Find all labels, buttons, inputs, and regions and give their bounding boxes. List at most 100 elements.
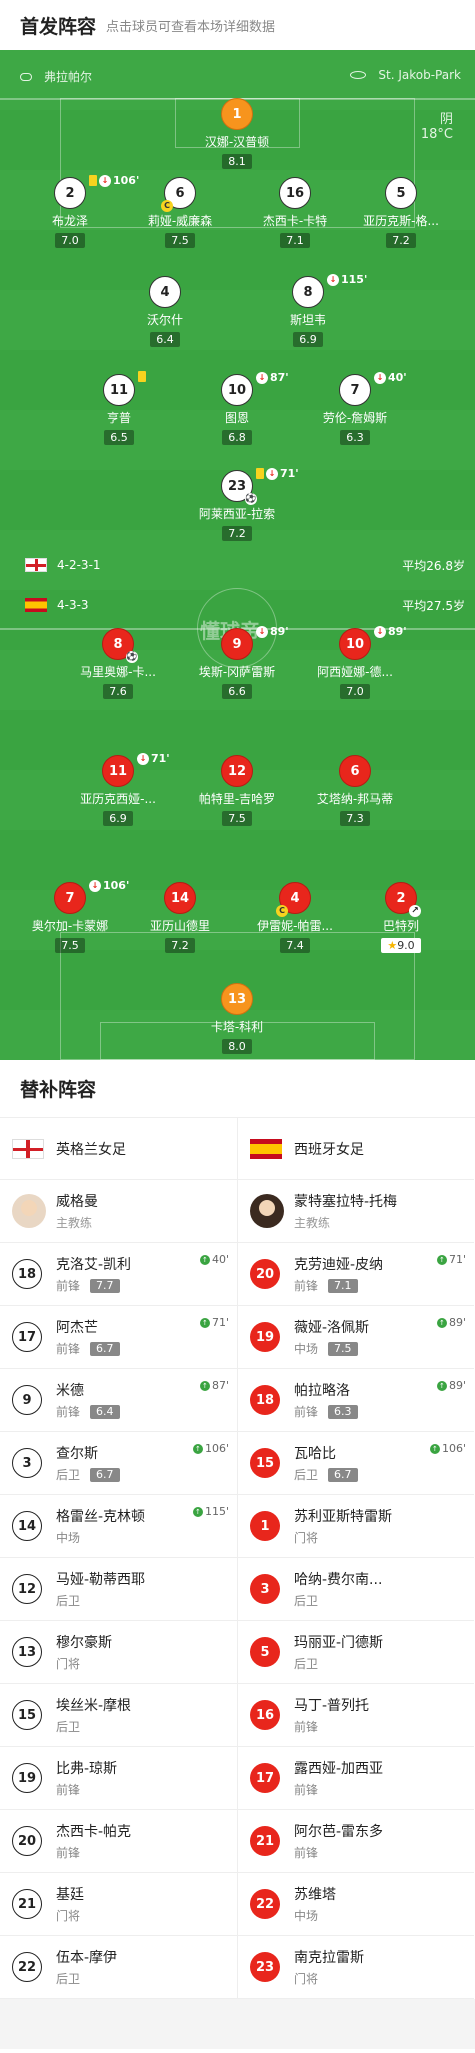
avatar — [12, 1194, 46, 1228]
player-home-10[interactable]: 10 ↓ 87' 图恩 6.8 — [182, 371, 292, 445]
sub-rating: 6.7 — [90, 1467, 120, 1482]
sub-off-icon: ↓ — [137, 752, 149, 765]
player-away-12[interactable]: 12 帕特里-吉哈罗 7.5 — [182, 755, 292, 826]
player-rating: 6.4 — [150, 332, 180, 347]
sub-player-row[interactable]: 23 南克拉雷斯 门将 — [238, 1936, 474, 1999]
player-away-10[interactable]: 10 ↓ 89' 阿西娅娜-德... 7.0 — [300, 625, 410, 699]
sub-player-row[interactable]: 15 埃丝米-摩根 后卫 — [0, 1684, 237, 1747]
sub-player-row[interactable]: 20 克劳迪娅-皮纳 前锋 7.1 ↑ 71' — [238, 1243, 474, 1306]
england-flag-icon — [12, 1138, 44, 1159]
player-away-14[interactable]: 14 亚历山德里 7.2 — [125, 882, 235, 953]
sub-player-row[interactable]: 19 薇娅-洛佩斯 中场 7.5 ↑ 89' — [238, 1306, 474, 1369]
sub-player-row[interactable]: 16 马丁-普列托 前锋 — [238, 1684, 474, 1747]
player-home-23[interactable]: 23 ↓ 71' ⚽ 阿莱西亚-拉索 7.2 — [182, 467, 299, 541]
player-home-8[interactable]: 8 ↓ 115' 斯坦韦 6.9 — [253, 273, 367, 347]
sub-rating: 6.4 — [90, 1404, 120, 1419]
player-name: 埃斯-冈萨雷斯 — [198, 665, 276, 679]
player-home-11[interactable]: 11 亨普 6.5 — [64, 371, 174, 445]
sub-name: 穆尔豪斯 — [56, 1635, 112, 1651]
player-number: 10 — [345, 636, 365, 652]
sub-on-minute: ↑ 87' — [199, 1379, 229, 1392]
sub-number: 14 — [12, 1511, 42, 1541]
sub-name: 玛丽亚-门德斯 — [294, 1635, 384, 1651]
sub-name: 米德 — [56, 1383, 84, 1399]
sub-player-row[interactable]: 22 苏维塔 中场 — [238, 1873, 474, 1936]
player-away-6[interactable]: 6 艾塔纳-邦马蒂 7.3 — [300, 755, 410, 826]
sub-player-row[interactable]: 21 基廷 门将 — [0, 1873, 237, 1936]
player-home-6[interactable]: 6C 莉娅-威廉森 7.5 — [125, 177, 235, 248]
sub-name: 帕拉略洛 — [294, 1383, 350, 1399]
player-home-4[interactable]: 4 沃尔什 6.4 — [110, 276, 220, 347]
sub-player-row[interactable]: 18 帕拉略洛 前锋 6.3 ↑ 89' — [238, 1369, 474, 1432]
sub-position: 前锋 — [56, 1783, 81, 1797]
sub-on-icon: ↑ — [436, 1380, 447, 1391]
sub-number: 19 — [12, 1763, 42, 1793]
player-rating: ★9.0 — [381, 938, 421, 953]
player-number: 8 — [303, 284, 313, 300]
player-name: 亚历克西娅-... — [80, 792, 156, 806]
sub-player-row[interactable]: 20 杰西卡-帕克 前锋 — [0, 1810, 237, 1873]
sub-name: 克劳迪娅-皮纳 — [294, 1257, 384, 1273]
sub-player-row[interactable]: 21 阿尔芭-雷东多 前锋 — [238, 1810, 474, 1873]
sub-player-row[interactable]: 15 瓦哈比 后卫 6.7 ↑ 106' — [238, 1432, 474, 1495]
sub-number: 20 — [12, 1826, 42, 1856]
sub-player-row[interactable]: 12 马娅-勒蒂西耶 后卫 — [0, 1558, 237, 1621]
player-away-9[interactable]: 9 ↓ 89' 埃斯-冈萨雷斯 6.6 — [182, 625, 292, 699]
player-rating: 6.9 — [103, 811, 133, 826]
sub-player-row[interactable]: 22 伍本-摩伊 后卫 — [0, 1936, 237, 1999]
sub-player-row[interactable]: 1 苏利亚斯特雷斯 门将 — [238, 1495, 474, 1558]
stadium-icon — [350, 71, 367, 79]
sub-player-row[interactable]: 9 米德 前锋 6.4 ↑ 87' — [0, 1369, 237, 1432]
player-away-8[interactable]: 8 ⚽ 马里奥娜-卡... 7.6 — [63, 628, 173, 699]
sub-on-minute: ↑ 106' — [429, 1442, 466, 1455]
player-name: 阿西娅娜-德... — [317, 665, 393, 679]
player-home-5[interactable]: 5 亚历克斯-格... 7.2 — [346, 177, 456, 248]
sub-position: 前锋 — [56, 1405, 81, 1419]
sub-position: 后卫 — [56, 1468, 81, 1482]
sub-rating: 7.1 — [328, 1278, 358, 1293]
player-number: 7 — [65, 890, 75, 906]
sub-number: 16 — [250, 1700, 280, 1730]
sub-position: 前锋 — [56, 1846, 81, 1860]
goal-ball-icon: ⚽ — [126, 651, 138, 663]
player-away-2[interactable]: 2 ↗ 巴特列 ★9.0 — [346, 882, 456, 953]
sub-player-row[interactable]: 3 哈纳-费尔南... 后卫 — [238, 1558, 474, 1621]
sub-player-row[interactable]: 5 玛丽亚-门德斯 后卫 — [238, 1621, 474, 1684]
player-home-16[interactable]: 16 杰西卡-卡特 7.1 — [240, 177, 350, 248]
away-coach[interactable]: 蒙特塞拉特-托梅 主教练 — [238, 1180, 474, 1243]
player-number: 6 — [175, 185, 185, 201]
sub-player-row[interactable]: 18 克洛艾-凯利 前锋 7.7 ↑ 40' — [0, 1243, 237, 1306]
player-home-7[interactable]: 7 ↓ 40' 劳伦-詹姆斯 6.3 — [300, 371, 410, 445]
player-number: 11 — [109, 382, 129, 398]
assist-icon: ↗ — [409, 905, 421, 917]
sub-on-minute: ↑ 71' — [436, 1253, 466, 1266]
sub-number: 15 — [12, 1700, 42, 1730]
sub-on-icon: ↑ — [192, 1506, 203, 1517]
sub-player-row[interactable]: 14 格雷丝-克林顿 中场 ↑ 115' — [0, 1495, 237, 1558]
sub-name: 马丁-普列托 — [294, 1698, 370, 1714]
sub-off-icon: ↓ — [256, 371, 268, 384]
sub-player-row[interactable]: 17 阿杰芒 前锋 6.7 ↑ 71' — [0, 1306, 237, 1369]
player-away-13[interactable]: 13 卡塔-科利 8.0 — [182, 983, 292, 1054]
sub-player-row[interactable]: 19 比弗-琼斯 前锋 — [0, 1747, 237, 1810]
player-name: 帕特里-吉哈罗 — [198, 792, 276, 806]
player-away-7[interactable]: 7 ↓ 106' 奥尔加-卡蒙娜 7.5 — [15, 879, 129, 953]
lineup-page: 首发阵容 点击球员可查看本场详细数据 弗拉帕尔 St. Jakob-Park 阴… — [0, 0, 475, 2049]
player-name: 沃尔什 — [146, 313, 183, 327]
player-home-2[interactable]: 2 ↓ 106' 布龙泽 7.0 — [15, 174, 139, 248]
sub-position: 后卫 — [294, 1594, 319, 1608]
player-name: 汉娜-汉普顿 — [204, 135, 270, 149]
player-away-4[interactable]: 4C 伊雷妮-帕雷... 7.4 — [240, 882, 350, 953]
player-away-11[interactable]: 11 ↓ 71' 亚历克西娅-... 6.9 — [63, 752, 173, 826]
player-number: 7 — [350, 382, 360, 398]
sub-player-row[interactable]: 13 穆尔豪斯 门将 — [0, 1621, 237, 1684]
yellow-card-icon — [138, 371, 146, 382]
sub-player-row[interactable]: 17 露西娅-加西亚 前锋 — [238, 1747, 474, 1810]
player-rating: 6.9 — [293, 332, 323, 347]
player-home-1[interactable]: 1 汉娜-汉普顿 8.1 — [182, 98, 292, 169]
player-name: 杰西卡-卡特 — [262, 214, 328, 228]
sub-on-icon: ↑ — [429, 1443, 440, 1454]
sub-player-row[interactable]: 3 查尔斯 后卫 6.7 ↑ 106' — [0, 1432, 237, 1495]
home-coach[interactable]: 威格曼 主教练 — [0, 1180, 237, 1243]
sub-rating: 6.3 — [328, 1404, 358, 1419]
